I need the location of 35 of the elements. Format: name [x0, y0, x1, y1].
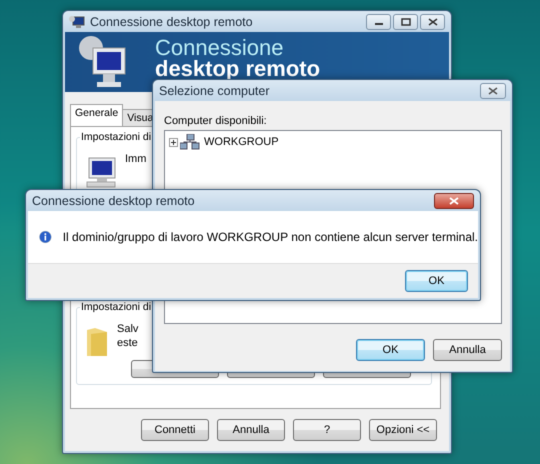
- banner-title: Connessione: [155, 37, 284, 58]
- expander-icon[interactable]: [169, 138, 178, 146]
- button[interactable]: Opzioni <<: [369, 419, 437, 441]
- message-text: Il dominio/gruppo di lavoro WORKGROUP non contiene alcun server terminal.: [62, 230, 478, 244]
- list-label: Computer disponibili:: [164, 115, 268, 127]
- close-button[interactable]: [420, 14, 445, 30]
- button[interactable]: ?: [293, 419, 361, 441]
- button[interactable]: Annulla: [217, 419, 285, 441]
- dialog-title: Connessione desktop remoto: [32, 194, 195, 208]
- network-icon: [180, 134, 200, 150]
- close-icon: [449, 196, 459, 204]
- dialog-title: Selezione computer: [159, 84, 270, 98]
- button[interactable]: Annulla: [433, 339, 502, 361]
- group-label: Impostazioni di: [80, 301, 152, 313]
- computer-icon: [85, 156, 117, 188]
- close-button[interactable]: [480, 82, 506, 98]
- tab[interactable]: Generale: [70, 104, 124, 126]
- group-label: Impostazioni di: [80, 131, 152, 143]
- banner-subtitle: desktop remoto: [155, 58, 320, 79]
- minimize-button[interactable]: [366, 14, 391, 30]
- window-title: Connessione desktop remoto: [90, 14, 253, 28]
- button[interactable]: Connetti: [141, 419, 209, 441]
- maximize-icon: [400, 18, 410, 26]
- setting-text: este: [117, 336, 138, 350]
- setting-text: Imm: [125, 152, 146, 166]
- close-icon: [488, 86, 498, 94]
- close-icon: [428, 18, 438, 26]
- close-button[interactable]: [434, 192, 474, 208]
- setting-text: Salv: [117, 322, 138, 336]
- button[interactable]: OK: [405, 270, 468, 292]
- computer-icon: [69, 14, 85, 28]
- maximize-button[interactable]: [393, 14, 418, 30]
- folder-icon: [85, 326, 109, 358]
- tree-item[interactable]: WORKGROUP: [202, 136, 281, 148]
- button[interactable]: OK: [356, 339, 425, 361]
